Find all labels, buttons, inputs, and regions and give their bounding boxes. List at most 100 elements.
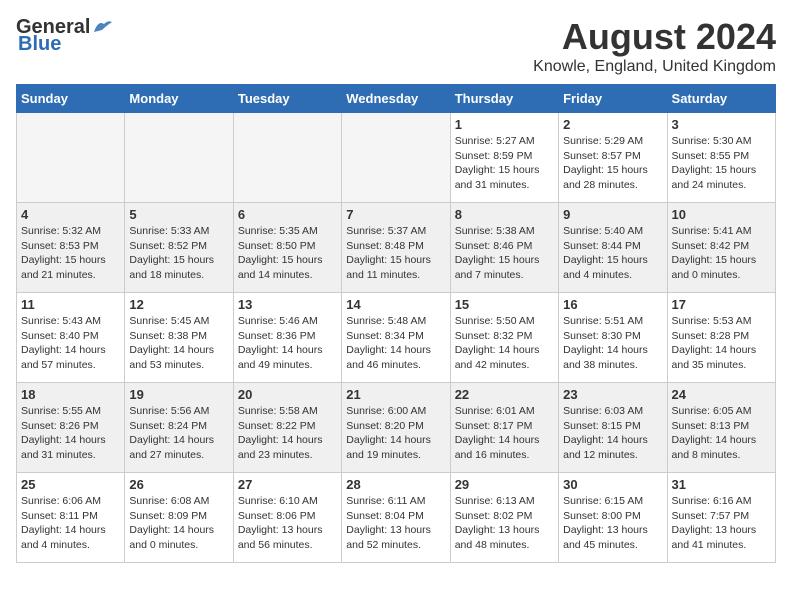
calendar-cell: 29 Sunrise: 6:13 AM Sunset: 8:02 PM Dayli… bbox=[450, 473, 558, 563]
day-info: Sunrise: 6:08 AM Sunset: 8:09 PM Dayligh… bbox=[129, 494, 228, 553]
calendar-cell: 21 Sunrise: 6:00 AM Sunset: 8:20 PM Dayli… bbox=[342, 383, 450, 473]
calendar-cell: 24Sunrise: 6:05 AM Sunset: 8:13 PM Dayli… bbox=[667, 383, 775, 473]
day-info: Sunrise: 6:00 AM Sunset: 8:20 PM Dayligh… bbox=[346, 404, 445, 463]
calendar-cell: 18 Sunrise: 5:55 AM Sunset: 8:26 PM Dayli… bbox=[17, 383, 125, 473]
calendar-cell: 22 Sunrise: 6:01 AM Sunset: 8:17 PM Dayli… bbox=[450, 383, 558, 473]
calendar-cell: 12Sunrise: 5:45 AM Sunset: 8:38 PM Dayli… bbox=[125, 293, 233, 383]
header: General Blue August 2024 Knowle, England… bbox=[16, 16, 776, 76]
day-info: Sunrise: 5:29 AM Sunset: 8:57 PM Dayligh… bbox=[563, 134, 662, 193]
calendar-cell: 9 Sunrise: 5:40 AM Sunset: 8:44 PM Daylig… bbox=[559, 203, 667, 293]
day-info: Sunrise: 5:56 AM Sunset: 8:24 PM Dayligh… bbox=[129, 404, 228, 463]
calendar-cell: 6Sunrise: 5:35 AM Sunset: 8:50 PM Daylig… bbox=[233, 203, 341, 293]
calendar-cell: 27Sunrise: 6:10 AM Sunset: 8:06 PM Dayli… bbox=[233, 473, 341, 563]
day-info: Sunrise: 5:58 AM Sunset: 8:22 PM Dayligh… bbox=[238, 404, 337, 463]
calendar-cell: 10 Sunrise: 5:41 AM Sunset: 8:42 PM Dayli… bbox=[667, 203, 775, 293]
day-number: 28 bbox=[346, 477, 445, 492]
day-info: Sunrise: 5:41 AM Sunset: 8:42 PM Dayligh… bbox=[672, 224, 771, 283]
day-number: 14 bbox=[346, 297, 445, 312]
day-number: 1 bbox=[455, 117, 554, 132]
day-number: 17 bbox=[672, 297, 771, 312]
calendar-cell: 8 Sunrise: 5:38 AM Sunset: 8:46 PM Daylig… bbox=[450, 203, 558, 293]
weekday-header-friday: Friday bbox=[559, 85, 667, 113]
logo-blue-text: Blue bbox=[18, 33, 61, 56]
day-info: Sunrise: 5:48 AM Sunset: 8:34 PM Dayligh… bbox=[346, 314, 445, 373]
logo-bird-icon bbox=[92, 18, 114, 34]
calendar-cell: 14 Sunrise: 5:48 AM Sunset: 8:34 PM Dayli… bbox=[342, 293, 450, 383]
day-number: 26 bbox=[129, 477, 228, 492]
day-number: 4 bbox=[21, 207, 120, 222]
weekday-header-saturday: Saturday bbox=[667, 85, 775, 113]
day-info: Sunrise: 6:01 AM Sunset: 8:17 PM Dayligh… bbox=[455, 404, 554, 463]
calendar-cell: 26 Sunrise: 6:08 AM Sunset: 8:09 PM Dayli… bbox=[125, 473, 233, 563]
day-number: 7 bbox=[346, 207, 445, 222]
day-info: Sunrise: 6:11 AM Sunset: 8:04 PM Dayligh… bbox=[346, 494, 445, 553]
weekday-header-row: SundayMondayTuesdayWednesdayThursdayFrid… bbox=[17, 85, 776, 113]
day-info: Sunrise: 6:03 AM Sunset: 8:15 PM Dayligh… bbox=[563, 404, 662, 463]
calendar-cell: 16 Sunrise: 5:51 AM Sunset: 8:30 PM Dayli… bbox=[559, 293, 667, 383]
calendar-cell: 31Sunrise: 6:16 AM Sunset: 7:57 PM Dayli… bbox=[667, 473, 775, 563]
day-number: 8 bbox=[455, 207, 554, 222]
day-info: Sunrise: 6:16 AM Sunset: 7:57 PM Dayligh… bbox=[672, 494, 771, 553]
calendar: SundayMondayTuesdayWednesdayThursdayFrid… bbox=[16, 84, 776, 563]
day-number: 23 bbox=[563, 387, 662, 402]
week-row-4: 18 Sunrise: 5:55 AM Sunset: 8:26 PM Dayli… bbox=[17, 383, 776, 473]
day-number: 20 bbox=[238, 387, 337, 402]
calendar-cell bbox=[17, 113, 125, 203]
calendar-cell: 28 Sunrise: 6:11 AM Sunset: 8:04 PM Dayli… bbox=[342, 473, 450, 563]
day-number: 29 bbox=[455, 477, 554, 492]
day-number: 18 bbox=[21, 387, 120, 402]
day-info: Sunrise: 5:50 AM Sunset: 8:32 PM Dayligh… bbox=[455, 314, 554, 373]
calendar-cell: 5 Sunrise: 5:33 AM Sunset: 8:52 PM Daylig… bbox=[125, 203, 233, 293]
calendar-cell bbox=[125, 113, 233, 203]
calendar-cell: 20 Sunrise: 5:58 AM Sunset: 8:22 PM Dayli… bbox=[233, 383, 341, 473]
weekday-header-monday: Monday bbox=[125, 85, 233, 113]
day-info: Sunrise: 5:38 AM Sunset: 8:46 PM Dayligh… bbox=[455, 224, 554, 283]
day-info: Sunrise: 5:51 AM Sunset: 8:30 PM Dayligh… bbox=[563, 314, 662, 373]
week-row-3: 11 Sunrise: 5:43 AM Sunset: 8:40 PM Dayli… bbox=[17, 293, 776, 383]
day-number: 10 bbox=[672, 207, 771, 222]
location: Knowle, England, United Kingdom bbox=[533, 58, 776, 76]
day-info: Sunrise: 5:37 AM Sunset: 8:48 PM Dayligh… bbox=[346, 224, 445, 283]
day-number: 19 bbox=[129, 387, 228, 402]
week-row-2: 4 Sunrise: 5:32 AM Sunset: 8:53 PM Daylig… bbox=[17, 203, 776, 293]
day-info: Sunrise: 5:27 AM Sunset: 8:59 PM Dayligh… bbox=[455, 134, 554, 193]
calendar-cell: 7 Sunrise: 5:37 AM Sunset: 8:48 PM Daylig… bbox=[342, 203, 450, 293]
calendar-cell: 15Sunrise: 5:50 AM Sunset: 8:32 PM Dayli… bbox=[450, 293, 558, 383]
day-info: Sunrise: 5:43 AM Sunset: 8:40 PM Dayligh… bbox=[21, 314, 120, 373]
calendar-cell: 13Sunrise: 5:46 AM Sunset: 8:36 PM Dayli… bbox=[233, 293, 341, 383]
calendar-cell: 17 Sunrise: 5:53 AM Sunset: 8:28 PM Dayli… bbox=[667, 293, 775, 383]
weekday-header-thursday: Thursday bbox=[450, 85, 558, 113]
day-number: 9 bbox=[563, 207, 662, 222]
weekday-header-tuesday: Tuesday bbox=[233, 85, 341, 113]
day-number: 21 bbox=[346, 387, 445, 402]
day-number: 12 bbox=[129, 297, 228, 312]
calendar-cell: 11 Sunrise: 5:43 AM Sunset: 8:40 PM Dayli… bbox=[17, 293, 125, 383]
day-info: Sunrise: 5:32 AM Sunset: 8:53 PM Dayligh… bbox=[21, 224, 120, 283]
calendar-cell: 25Sunrise: 6:06 AM Sunset: 8:11 PM Dayli… bbox=[17, 473, 125, 563]
day-number: 30 bbox=[563, 477, 662, 492]
week-row-1: 1 Sunrise: 5:27 AM Sunset: 8:59 PM Daylig… bbox=[17, 113, 776, 203]
day-number: 5 bbox=[129, 207, 228, 222]
day-number: 22 bbox=[455, 387, 554, 402]
day-number: 11 bbox=[21, 297, 120, 312]
day-info: Sunrise: 5:35 AM Sunset: 8:50 PM Dayligh… bbox=[238, 224, 337, 283]
calendar-cell: 4 Sunrise: 5:32 AM Sunset: 8:53 PM Daylig… bbox=[17, 203, 125, 293]
day-info: Sunrise: 6:10 AM Sunset: 8:06 PM Dayligh… bbox=[238, 494, 337, 553]
calendar-cell: 3Sunrise: 5:30 AM Sunset: 8:55 PM Daylig… bbox=[667, 113, 775, 203]
weekday-header-wednesday: Wednesday bbox=[342, 85, 450, 113]
calendar-cell bbox=[342, 113, 450, 203]
day-info: Sunrise: 5:53 AM Sunset: 8:28 PM Dayligh… bbox=[672, 314, 771, 373]
day-number: 16 bbox=[563, 297, 662, 312]
day-info: Sunrise: 6:13 AM Sunset: 8:02 PM Dayligh… bbox=[455, 494, 554, 553]
title-area: August 2024 Knowle, England, United King… bbox=[533, 16, 776, 76]
day-info: Sunrise: 5:40 AM Sunset: 8:44 PM Dayligh… bbox=[563, 224, 662, 283]
day-info: Sunrise: 5:33 AM Sunset: 8:52 PM Dayligh… bbox=[129, 224, 228, 283]
day-info: Sunrise: 5:55 AM Sunset: 8:26 PM Dayligh… bbox=[21, 404, 120, 463]
day-number: 2 bbox=[563, 117, 662, 132]
day-info: Sunrise: 5:30 AM Sunset: 8:55 PM Dayligh… bbox=[672, 134, 771, 193]
week-row-5: 25Sunrise: 6:06 AM Sunset: 8:11 PM Dayli… bbox=[17, 473, 776, 563]
weekday-header-sunday: Sunday bbox=[17, 85, 125, 113]
month-year: August 2024 bbox=[533, 16, 776, 58]
calendar-cell bbox=[233, 113, 341, 203]
calendar-cell: 30Sunrise: 6:15 AM Sunset: 8:00 PM Dayli… bbox=[559, 473, 667, 563]
